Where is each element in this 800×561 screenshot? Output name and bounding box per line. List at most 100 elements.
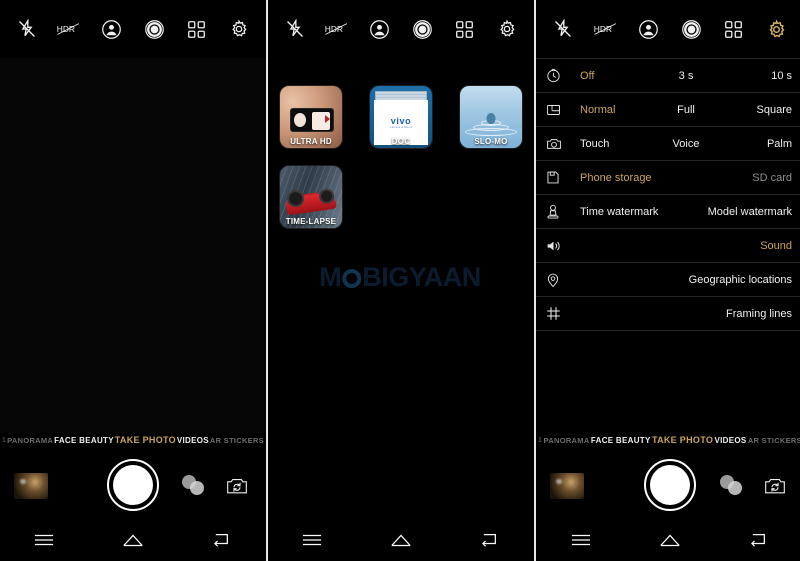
settings-options: Sound [572,240,792,252]
settings-options: Phone storage SD card [572,172,792,184]
option-time-watermark[interactable]: Time watermark [572,206,686,218]
droplet-shape [486,113,496,124]
mode-tile-label: TIME-LAPSE [285,217,337,226]
settings-row-timer[interactable]: Off 3 s 10 s [536,59,800,93]
sound-icon [546,239,572,253]
modes-grid-icon[interactable] [181,14,211,44]
option-geographic-locations[interactable]: Geographic locations [572,274,792,286]
option-framing-lines[interactable]: Framing lines [572,308,792,320]
aperture-icon[interactable] [676,14,706,44]
hdr-off-icon[interactable]: HDR [322,14,352,44]
filter-button[interactable] [720,475,746,497]
back-icon[interactable] [742,527,776,553]
option-model-watermark[interactable]: Model watermark [686,206,792,218]
home-icon[interactable] [384,527,418,553]
framing-lines-icon [546,306,572,321]
option-shutter-palm[interactable]: Palm [721,138,792,150]
settings-row-sound[interactable]: Sound [536,229,800,263]
modes-grid-icon[interactable] [719,14,749,44]
menu-icon[interactable] [27,527,61,553]
settings-gear-icon[interactable] [492,14,522,44]
option-shutter-touch[interactable]: Touch [572,138,651,150]
settings-gear-icon[interactable] [762,14,792,44]
option-shutter-voice[interactable]: Voice [651,138,722,150]
aperture-icon[interactable] [139,14,169,44]
option-timer-3s[interactable]: 3 s [651,70,722,82]
portrait-icon[interactable] [365,14,395,44]
svg-text:HDR: HDR [325,24,343,34]
flash-off-icon[interactable] [12,14,42,44]
aperture-icon[interactable] [407,14,437,44]
top-toolbar: HDR [268,0,534,58]
svg-text:HDR: HDR [594,24,612,34]
settings-row-storage[interactable]: Phone storage SD card [536,161,800,195]
flash-off-icon[interactable] [280,14,310,44]
settings-row-framing-lines[interactable]: Framing lines [536,297,800,331]
watermark-stamp-icon [546,204,572,220]
settings-row-geographic-locations[interactable]: Geographic locations [536,263,800,297]
mode-item[interactable]: 1 [538,437,542,444]
settings-list: Off 3 s 10 s Normal Full Square Touch Vo… [536,58,800,331]
last-photo-thumbnail[interactable] [550,473,584,499]
hdr-off-icon[interactable]: HDR [591,14,621,44]
option-ratio-full[interactable]: Full [651,104,722,116]
shutter-button[interactable] [107,459,159,511]
android-nav-bar [268,519,534,561]
home-icon[interactable] [653,527,687,553]
filter-circle-front [190,481,204,495]
portrait-icon[interactable] [634,14,664,44]
option-storage-phone[interactable]: Phone storage [572,172,686,184]
settings-options: Framing lines [572,308,792,320]
last-photo-thumbnail[interactable] [14,473,48,499]
mode-tile-thumbnail: vivo Camera & Music DOC [370,86,432,148]
settings-options: Time watermark Model watermark [572,206,792,218]
home-icon[interactable] [116,527,150,553]
shutter-mode-icon [546,137,572,151]
mode-tile-ultra-hd[interactable]: ULTRA HD [280,86,342,148]
timer-icon [546,68,572,83]
settings-options: Normal Full Square [572,104,792,116]
menu-icon[interactable] [295,527,329,553]
shutter-button[interactable] [644,459,696,511]
shutter-inner [113,465,153,505]
settings-options: Geographic locations [572,274,792,286]
flash-off-icon[interactable] [548,14,578,44]
settings-gear-icon[interactable] [224,14,254,44]
mode-item-ar-stickers[interactable]: AR STICKERS [748,436,800,445]
settings-row-aspect-ratio[interactable]: Normal Full Square [536,93,800,127]
capture-bar [0,451,266,519]
vivo-logo-subtext: Camera & Music [389,126,413,129]
mode-item-face-beauty[interactable]: FACE BEAUTY [591,436,651,445]
panel-modes-grid: HDR ULTRA HD vivo Camera & Music DOC SLO… [268,0,534,561]
mode-tile-slo-mo[interactable]: SLO-MO [460,86,522,148]
mode-tile-doc[interactable]: vivo Camera & Music DOC [370,86,432,148]
mode-tile-time-lapse[interactable]: TIME-LAPSE [280,166,342,228]
back-icon[interactable] [205,527,239,553]
mode-item-face-beauty[interactable]: FACE BEAUTY [54,436,114,445]
option-storage-sdcard[interactable]: SD card [686,172,792,184]
mode-item[interactable]: 1 [2,437,6,444]
mode-item-ar-stickers[interactable]: AR STICKERS [210,436,264,445]
switch-camera-button[interactable] [760,473,790,499]
settings-row-watermark[interactable]: Time watermark Model watermark [536,195,800,229]
menu-icon[interactable] [564,527,598,553]
portrait-icon[interactable] [97,14,127,44]
option-sound[interactable]: Sound [572,240,792,252]
mode-item-take-photo[interactable]: TAKE PHOTO [115,435,176,445]
option-timer-off[interactable]: Off [572,70,651,82]
mode-item-panorama[interactable]: PANORAMA [544,436,590,445]
hdr-off-icon[interactable]: HDR [54,14,84,44]
back-icon[interactable] [473,527,507,553]
modes-grid-icon[interactable] [449,14,479,44]
mode-item-panorama[interactable]: PANORAMA [7,436,53,445]
mode-item-take-photo[interactable]: TAKE PHOTO [652,435,713,445]
camera-preview-area[interactable] [0,58,266,433]
option-ratio-normal[interactable]: Normal [572,104,651,116]
filter-button[interactable] [182,475,208,497]
mode-item-videos[interactable]: VIDEOS [714,436,746,445]
switch-camera-button[interactable] [222,473,252,499]
settings-row-shutter-mode[interactable]: Touch Voice Palm [536,127,800,161]
option-ratio-square[interactable]: Square [721,104,792,116]
option-timer-10s[interactable]: 10 s [721,70,792,82]
mode-item-videos[interactable]: VIDEOS [177,436,209,445]
